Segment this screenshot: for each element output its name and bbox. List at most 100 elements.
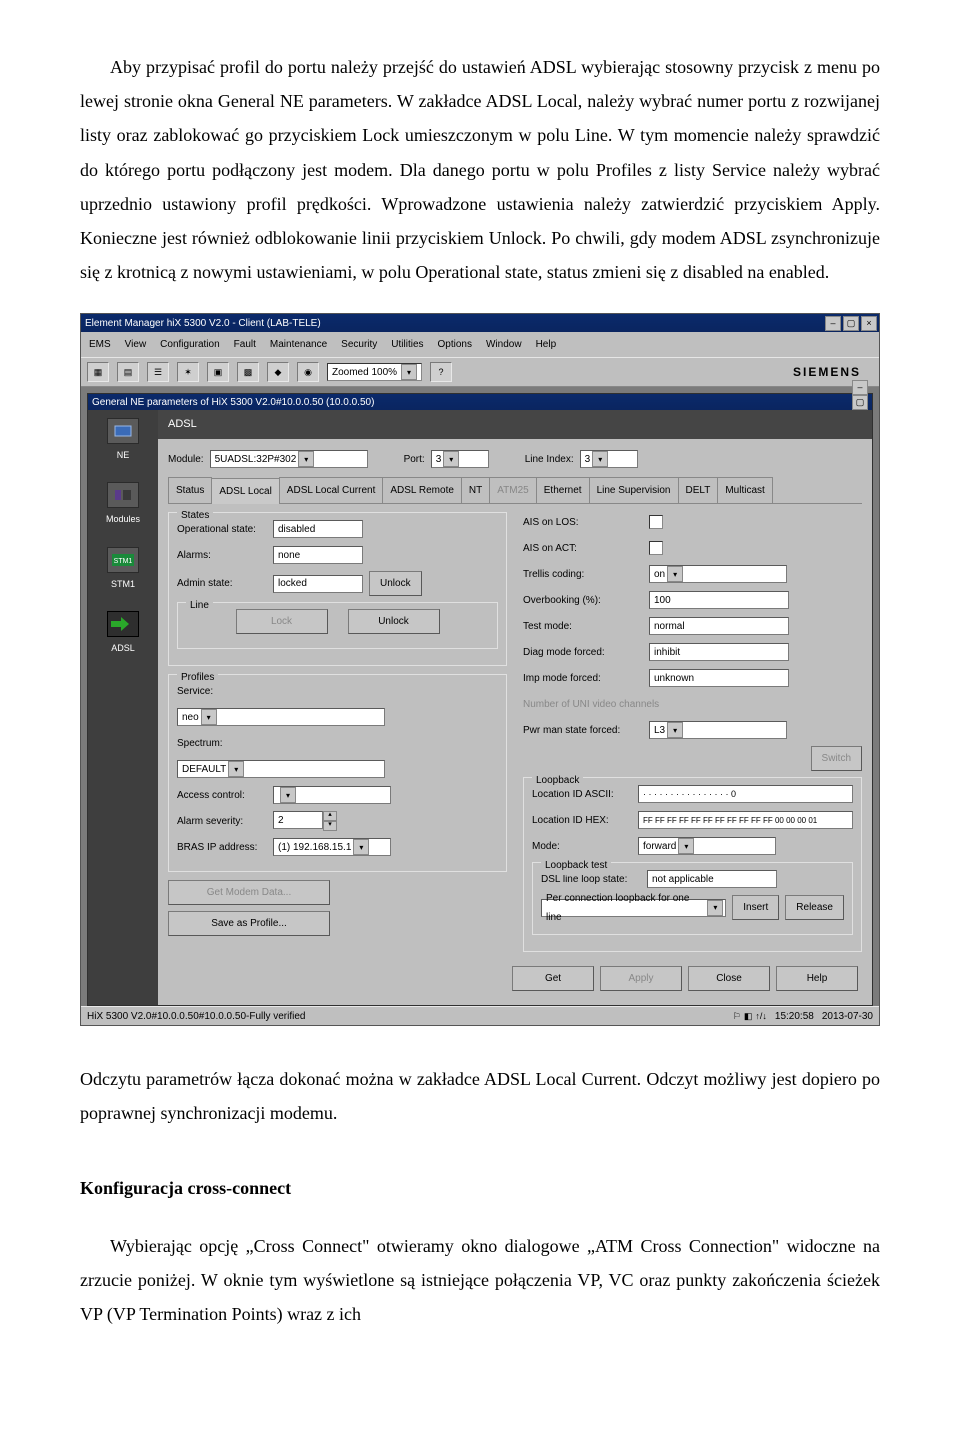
close-icon[interactable]: × bbox=[861, 316, 877, 331]
service-value: neo bbox=[182, 708, 199, 727]
chevron-down-icon[interactable]: ▾ bbox=[401, 364, 417, 380]
tab-adsl-local-current[interactable]: ADSL Local Current bbox=[279, 477, 384, 503]
modules-icon bbox=[107, 482, 139, 508]
zoom-combo[interactable]: Zoomed 100%▾ bbox=[327, 363, 422, 381]
menu-ems[interactable]: EMS bbox=[89, 335, 111, 354]
menu-options[interactable]: Options bbox=[438, 335, 472, 354]
menu-help[interactable]: Help bbox=[536, 335, 557, 354]
chevron-down-icon[interactable]: ▾ bbox=[323, 821, 337, 831]
adsl-icon bbox=[107, 611, 139, 637]
tab-adsl-remote[interactable]: ADSL Remote bbox=[382, 477, 462, 503]
location-hex-label: Location ID HEX: bbox=[532, 811, 632, 830]
chevron-down-icon[interactable]: ▾ bbox=[298, 451, 314, 467]
unlock-line-button[interactable]: Unlock bbox=[348, 609, 440, 634]
chevron-down-icon[interactable]: ▾ bbox=[443, 451, 459, 467]
tab-adsl-local[interactable]: ADSL Local bbox=[211, 478, 279, 504]
save-as-profile-button[interactable]: Save as Profile... bbox=[168, 911, 330, 936]
port-combo[interactable]: 3▾ bbox=[431, 450, 489, 468]
location-ascii-value[interactable]: · · · · · · · · · · · · · · · · 0 bbox=[638, 785, 853, 803]
maximize-icon[interactable]: ▢ bbox=[843, 316, 859, 331]
alarms-value: none bbox=[273, 546, 363, 564]
status-icons: ⚐◧↑/↓ bbox=[733, 1008, 767, 1025]
child-maximize-icon[interactable]: ▢ bbox=[852, 395, 868, 410]
unlock-button[interactable]: Unlock bbox=[369, 571, 422, 596]
pwr-state-combo[interactable]: L3▾ bbox=[649, 721, 787, 739]
switch-button[interactable]: Switch bbox=[811, 746, 862, 771]
menu-fault[interactable]: Fault bbox=[234, 335, 256, 354]
tab-multicast[interactable]: Multicast bbox=[717, 477, 772, 503]
menu-security[interactable]: Security bbox=[341, 335, 377, 354]
alarm-severity-value: 2 bbox=[273, 811, 323, 829]
minimize-icon[interactable]: – bbox=[825, 316, 841, 331]
get-modem-data-button[interactable]: Get Modem Data... bbox=[168, 880, 330, 905]
toolbar-icon-4[interactable]: ✶ bbox=[177, 362, 199, 382]
sidebar-item-adsl[interactable]: ADSL bbox=[107, 611, 139, 657]
sidebar-item-ne[interactable]: NE bbox=[107, 418, 139, 464]
toolbar-icon-1[interactable]: ▦ bbox=[87, 362, 109, 382]
profiles-fieldset: Profiles Service: neo▾ Spectrum: DEFAULT… bbox=[168, 674, 507, 872]
chevron-down-icon[interactable]: ▾ bbox=[228, 761, 244, 777]
ais-los-checkbox[interactable] bbox=[649, 515, 663, 529]
line-index-combo[interactable]: 3▾ bbox=[580, 450, 638, 468]
toolbar-icon-3[interactable]: ☰ bbox=[147, 362, 169, 382]
insert-button[interactable]: Insert bbox=[732, 895, 779, 920]
ais-act-label: AIS on ACT: bbox=[523, 539, 643, 558]
close-button[interactable]: Close bbox=[688, 966, 770, 991]
chevron-up-icon[interactable]: ▴ bbox=[323, 811, 337, 821]
loopback-mode-label: Mode: bbox=[532, 837, 632, 856]
chevron-down-icon[interactable]: ▾ bbox=[678, 838, 694, 854]
lock-button[interactable]: Lock bbox=[236, 609, 328, 634]
test-mode-label: Test mode: bbox=[523, 617, 643, 636]
sidebar-item-stm1[interactable]: STM1 STM1 bbox=[107, 547, 139, 593]
menu-utilities[interactable]: Utilities bbox=[391, 335, 423, 354]
app-title: Element Manager hiX 5300 V2.0 - Client (… bbox=[85, 314, 825, 333]
toolbar-icon-7[interactable]: ◆ bbox=[267, 362, 289, 382]
chevron-down-icon[interactable]: ▾ bbox=[667, 566, 683, 582]
apply-button[interactable]: Apply bbox=[600, 966, 682, 991]
child-minimize-icon[interactable]: – bbox=[852, 380, 868, 395]
toolbar-icon-6[interactable]: ▩ bbox=[237, 362, 259, 382]
toolbar-icon-8[interactable]: ◉ bbox=[297, 362, 319, 382]
panel-header: ADSL bbox=[158, 410, 872, 439]
sidebar: NE Modules STM1 STM1 ADSL bbox=[88, 410, 158, 1005]
per-connection-combo[interactable]: Per connection loopback for one line▾ bbox=[541, 899, 726, 917]
alarm-severity-spinner[interactable]: 2▴▾ bbox=[273, 811, 337, 831]
service-combo[interactable]: neo▾ bbox=[177, 708, 385, 726]
toolbar-icon-2[interactable]: ▤ bbox=[117, 362, 139, 382]
chevron-down-icon[interactable]: ▾ bbox=[353, 839, 369, 855]
location-hex-value[interactable]: FF FF FF FF FF FF FF FF FF FF FF 00 00 0… bbox=[638, 811, 853, 829]
chevron-down-icon[interactable]: ▾ bbox=[280, 787, 296, 803]
loopback-mode-combo[interactable]: forward▾ bbox=[638, 837, 776, 855]
tab-line-supervision[interactable]: Line Supervision bbox=[589, 477, 679, 503]
toolbar-icon-5[interactable]: ▣ bbox=[207, 362, 229, 382]
chevron-down-icon[interactable]: ▾ bbox=[707, 900, 723, 916]
chevron-down-icon[interactable]: ▾ bbox=[592, 451, 608, 467]
toolbar: ▦ ▤ ☰ ✶ ▣ ▩ ◆ ◉ Zoomed 100%▾ ? SIEMENS bbox=[81, 357, 879, 387]
overbooking-value[interactable]: 100 bbox=[649, 591, 789, 609]
get-button[interactable]: Get bbox=[512, 966, 594, 991]
spectrum-combo[interactable]: DEFAULT▾ bbox=[177, 760, 385, 778]
chevron-down-icon[interactable]: ▾ bbox=[667, 722, 683, 738]
chevron-down-icon[interactable]: ▾ bbox=[201, 709, 217, 725]
tab-status[interactable]: Status bbox=[168, 477, 212, 503]
toolbar-help-icon[interactable]: ? bbox=[430, 362, 452, 382]
menu-view[interactable]: View bbox=[125, 335, 147, 354]
sidebar-item-modules[interactable]: Modules bbox=[106, 482, 140, 528]
menu-maintenance[interactable]: Maintenance bbox=[270, 335, 327, 354]
ais-act-checkbox[interactable] bbox=[649, 541, 663, 555]
tab-ethernet[interactable]: Ethernet bbox=[536, 477, 590, 503]
paragraph-3: Wybierając opcję „Cross Connect" otwiera… bbox=[80, 1229, 880, 1332]
help-button[interactable]: Help bbox=[776, 966, 858, 991]
diag-mode-value: inhibit bbox=[649, 643, 789, 661]
menu-window[interactable]: Window bbox=[486, 335, 522, 354]
tab-delt[interactable]: DELT bbox=[678, 477, 719, 503]
menu-configuration[interactable]: Configuration bbox=[160, 335, 219, 354]
release-button[interactable]: Release bbox=[785, 895, 844, 920]
module-combo[interactable]: 5UADSL:32P#302▾ bbox=[210, 450, 368, 468]
line-legend: Line bbox=[186, 596, 213, 615]
trellis-combo[interactable]: on▾ bbox=[649, 565, 787, 583]
tab-nt[interactable]: NT bbox=[461, 477, 490, 503]
stm1-icon: STM1 bbox=[107, 547, 139, 573]
bras-ip-combo[interactable]: (1) 192.168.15.1▾ bbox=[273, 838, 391, 856]
access-control-combo[interactable]: ▾ bbox=[273, 786, 391, 804]
